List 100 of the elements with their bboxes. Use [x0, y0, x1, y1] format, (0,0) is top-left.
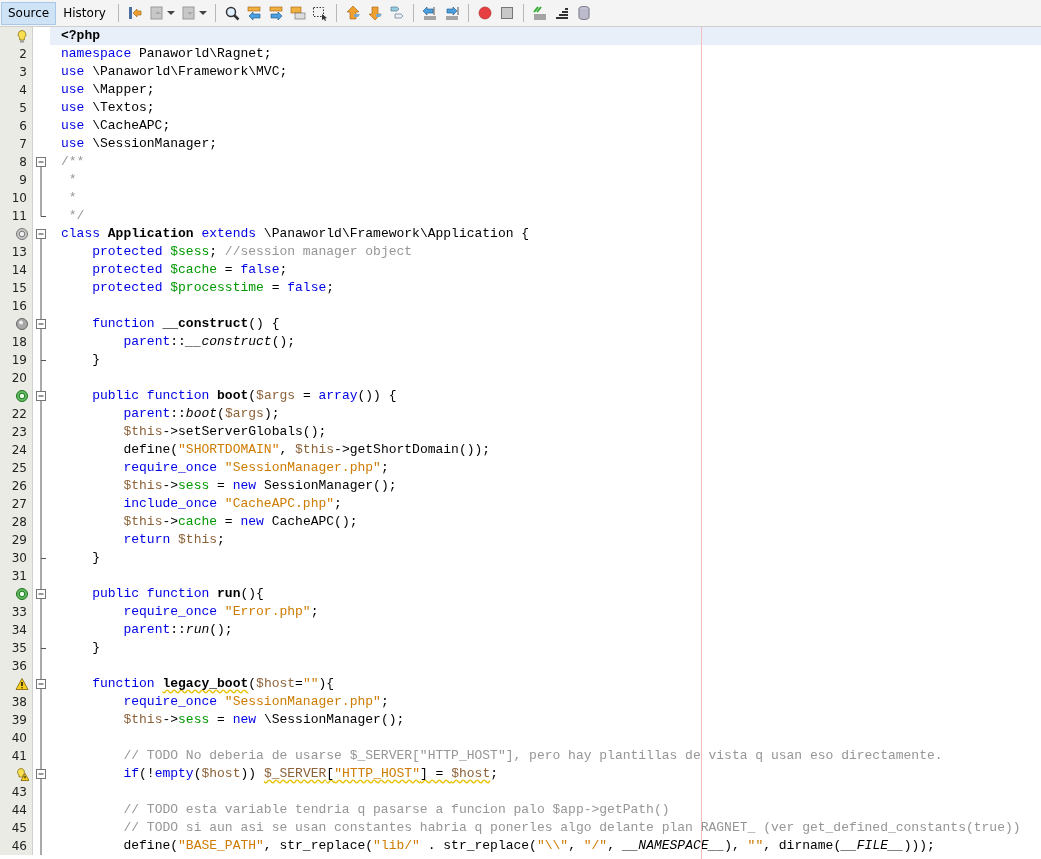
shift-left-icon — [421, 5, 438, 21]
line-number: 10 — [11, 190, 27, 207]
code-line: <?php — [61, 27, 100, 45]
code-line: parent::__construct(); — [123, 333, 296, 351]
fold-toggle-icon[interactable] — [36, 391, 46, 401]
code-line: public function run(){ — [92, 585, 264, 603]
code-line: protected $sess; //session manager object — [92, 243, 413, 261]
line-number: 19 — [11, 352, 27, 369]
code-comment: * — [68, 171, 77, 189]
line-number: 24 — [11, 442, 27, 459]
code-comment: /** — [61, 153, 85, 171]
code-comment: // TODO si aun asi se usan constantes habria q ponerles algo delante plan RAGNET_ (ver get_defined_constants(true)) — [123, 819, 1021, 837]
line-number: 13 — [11, 244, 27, 261]
circle-icon[interactable] — [15, 317, 29, 331]
line-number: 25 — [11, 460, 27, 477]
code-line: parent::run(); — [123, 621, 233, 639]
line-number: 22 — [11, 406, 27, 423]
ring-icon[interactable] — [15, 587, 29, 601]
line-number: 26 — [11, 478, 27, 495]
arrow-down-icon — [366, 5, 383, 21]
fold-toggle-icon[interactable] — [36, 157, 46, 167]
code-line: use \SessionManager; — [61, 135, 218, 153]
line-number: 31 — [11, 568, 27, 585]
arrow-up-icon — [344, 5, 361, 21]
fold-toggle-icon[interactable] — [36, 319, 46, 329]
line-number: 46 — [11, 838, 27, 855]
comment-lines-icon — [531, 5, 548, 21]
code-line: function legacy_boot($host=""){ — [92, 675, 335, 693]
line-number: 18 — [11, 334, 27, 351]
line-number: 33 — [11, 604, 27, 621]
code-line: include_once "CacheAPC.php"; — [123, 495, 342, 513]
code-line: $this->setServerGlobals(); — [123, 423, 327, 441]
line-number: 3 — [19, 64, 27, 81]
line-number: 7 — [19, 136, 27, 153]
jump-arrow-icon — [126, 5, 143, 21]
line-number: 5 — [19, 100, 27, 117]
code-line: use \CacheAPC; — [61, 117, 171, 135]
code-line: define("BASE_PATH", str_replace("lib/" . str_replace("\\", "/", __NAMESPACE__), "", dirname(__FILE__))); — [123, 837, 935, 855]
line-number: 45 — [11, 820, 27, 837]
line-number: 38 — [11, 694, 27, 711]
bars-icon — [553, 5, 570, 21]
stop-icon — [498, 5, 515, 21]
line-number: 2 — [19, 46, 27, 63]
code-line: } — [92, 639, 101, 657]
lightbulb-warning-icon[interactable] — [15, 767, 29, 781]
code-line: require_once "SessionManager.php"; — [123, 459, 389, 477]
shift-right-icon — [443, 5, 460, 21]
code-line: protected $cache = false; — [92, 261, 288, 279]
arrow-right-icon — [267, 5, 284, 21]
line-number: 30 — [11, 550, 27, 567]
code-line: $this->cache = new CacheAPC(); — [123, 513, 358, 531]
code-line: function __construct() { — [92, 315, 280, 333]
line-number: 28 — [11, 514, 27, 531]
code-line: use \Textos; — [61, 99, 155, 117]
line-number: 39 — [11, 712, 27, 729]
line-number: 14 — [11, 262, 27, 279]
line-number: 27 — [11, 496, 27, 513]
editor-tab[interactable]: History — [56, 1, 113, 25]
fold-toggle-icon[interactable] — [36, 769, 46, 779]
code-line: require_once "SessionManager.php"; — [123, 693, 389, 711]
fold-toggle-icon[interactable] — [36, 229, 46, 239]
search-icon — [223, 5, 240, 21]
editor-tab[interactable]: Source — [1, 1, 57, 25]
ring-icon[interactable] — [15, 389, 29, 403]
code-comment: // TODO No deberia de usarse $_SERVER["HTTP_HOST"], pero hay plantillas de vista q usan eso directamente. — [123, 747, 943, 765]
code-line: parent::boot($args); — [123, 405, 280, 423]
line-number: 34 — [11, 622, 27, 639]
code-line: use \Mapper; — [61, 81, 155, 99]
line-number: 43 — [11, 784, 27, 801]
line-number: 44 — [11, 802, 27, 819]
code-line: $this->sess = new SessionManager(); — [123, 477, 397, 495]
code-line: define("SHORTDOMAIN", $this->getShortDomain()); — [123, 441, 491, 459]
selection-icon — [311, 5, 328, 21]
line-number: 4 — [19, 82, 27, 99]
caret-icon — [198, 11, 207, 15]
line-number: 29 — [11, 532, 27, 549]
lightbulb-icon[interactable] — [15, 29, 29, 43]
code-line: } — [92, 351, 101, 369]
code-line: class Application extends \Panaworld\Framework\Application { — [61, 225, 530, 243]
code-line: $this->sess = new \SessionManager(); — [123, 711, 405, 729]
line-number: 36 — [11, 658, 27, 675]
line-number: 6 — [19, 118, 27, 135]
line-number: 8 — [19, 154, 27, 171]
database-icon — [575, 5, 592, 21]
ring-icon[interactable] — [15, 227, 29, 241]
line-number: 9 — [19, 172, 27, 189]
code-comment: */ — [68, 207, 85, 225]
fold-toggle-icon[interactable] — [36, 679, 46, 689]
code-comment: * — [68, 189, 77, 207]
fold-toggle-icon[interactable] — [36, 589, 46, 599]
line-number: 40 — [11, 730, 27, 747]
code-comment: // TODO esta variable tendria q pasarse a funcion palo $app->getPath() — [123, 801, 670, 819]
warning-icon[interactable] — [15, 677, 29, 691]
code-line: require_once "Error.php"; — [123, 603, 319, 621]
code-line: namespace Panaworld\Ragnet; — [61, 45, 272, 63]
line-number: 20 — [11, 370, 27, 387]
record-icon — [476, 5, 493, 21]
line-number: 16 — [11, 298, 27, 315]
code-line: return $this; — [123, 531, 225, 549]
arrow-left-icon — [245, 5, 262, 21]
